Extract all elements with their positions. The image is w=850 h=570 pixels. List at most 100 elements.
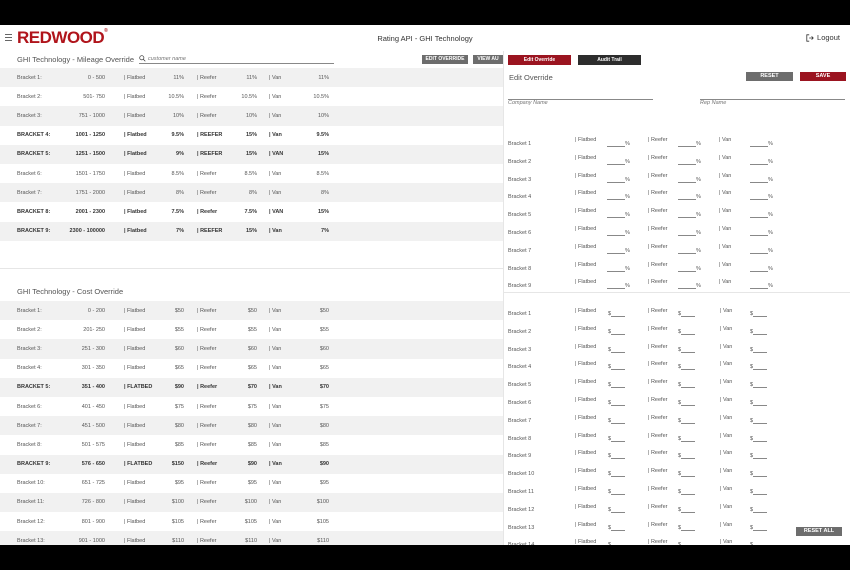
reefer-cost-input[interactable]: $: [678, 347, 696, 353]
input-underline[interactable]: [611, 453, 626, 460]
van-cost-input[interactable]: $: [750, 364, 768, 371]
reset-button[interactable]: RESET: [746, 72, 793, 81]
reefer-percent-input[interactable]: %: [678, 194, 701, 201]
van-cost-input[interactable]: $: [750, 382, 768, 389]
input-underline[interactable]: [681, 418, 696, 424]
van-cost-input[interactable]: $: [750, 471, 768, 478]
reefer-cost-input[interactable]: $: [678, 364, 696, 371]
input-underline[interactable]: [678, 266, 696, 272]
table-row[interactable]: Bracket 8: 501 - 575 | Flatbed $85 | Reefer $…: [0, 435, 503, 454]
input-underline[interactable]: [611, 329, 626, 335]
input-underline[interactable]: [611, 507, 626, 513]
input-underline[interactable]: [611, 400, 626, 406]
van-cost-input[interactable]: $: [750, 400, 768, 406]
input-underline[interactable]: [753, 418, 768, 424]
van-cost-input[interactable]: $: [750, 347, 768, 353]
input-underline[interactable]: [753, 347, 768, 353]
van-cost-input[interactable]: $: [750, 542, 767, 545]
input-underline[interactable]: [753, 507, 768, 513]
reefer-percent-input[interactable]: %: [678, 212, 701, 219]
flatbed-cost-input[interactable]: $: [608, 525, 626, 531]
input-underline[interactable]: [607, 230, 625, 236]
input-underline[interactable]: [750, 248, 768, 254]
reefer-cost-input[interactable]: $: [678, 542, 695, 545]
input-underline[interactable]: [753, 400, 768, 406]
flatbed-percent-input[interactable]: %: [607, 266, 630, 272]
input-underline[interactable]: [607, 159, 625, 165]
reefer-percent-input[interactable]: %: [678, 141, 701, 147]
input-underline[interactable]: [607, 141, 625, 147]
table-row[interactable]: Bracket 2: 501- 750 | Flatbed 10.5% | Reefer…: [0, 87, 503, 106]
company-name-input[interactable]: [508, 100, 653, 106]
flatbed-percent-input[interactable]: %: [607, 194, 630, 201]
van-percent-input[interactable]: %: [750, 177, 773, 183]
van-cost-input[interactable]: $: [750, 489, 768, 495]
input-underline[interactable]: [681, 382, 696, 389]
input-underline[interactable]: [611, 542, 625, 545]
input-underline[interactable]: [681, 364, 696, 371]
rep-name-field[interactable]: [700, 91, 845, 106]
input-underline[interactable]: [678, 283, 696, 290]
flatbed-cost-input[interactable]: $: [608, 364, 626, 371]
input-underline[interactable]: [611, 436, 626, 442]
input-underline[interactable]: [678, 141, 696, 147]
customer-search-input[interactable]: [148, 55, 318, 62]
customer-search[interactable]: [139, 54, 334, 64]
van-cost-input[interactable]: $: [750, 507, 768, 513]
input-underline[interactable]: [750, 266, 768, 272]
input-underline[interactable]: [607, 266, 625, 272]
flatbed-percent-input[interactable]: %: [607, 212, 630, 219]
edit-override-tab[interactable]: Edit Override: [508, 55, 571, 65]
input-underline[interactable]: [611, 347, 626, 353]
rep-name-input[interactable]: [700, 100, 845, 106]
input-underline[interactable]: [611, 311, 626, 317]
flatbed-cost-input[interactable]: $: [608, 436, 626, 442]
input-underline[interactable]: [750, 177, 768, 183]
flatbed-cost-input[interactable]: $: [608, 329, 626, 335]
table-row[interactable]: Bracket 1: 0 - 500 | Flatbed 11% | Reefer 11%…: [0, 68, 503, 88]
input-underline[interactable]: [681, 311, 696, 317]
input-underline[interactable]: [753, 382, 768, 389]
flatbed-cost-input[interactable]: $: [608, 507, 626, 513]
flatbed-cost-input[interactable]: $: [608, 347, 626, 353]
input-underline[interactable]: [681, 436, 696, 442]
input-underline[interactable]: [681, 400, 696, 406]
reefer-cost-input[interactable]: $: [678, 418, 696, 424]
table-row[interactable]: Bracket 2: 201- 250 | Flatbed $55 | Reefer $5…: [0, 320, 503, 339]
van-cost-input[interactable]: $: [750, 436, 768, 442]
reefer-percent-input[interactable]: %: [678, 159, 701, 165]
input-underline[interactable]: [681, 453, 696, 460]
input-underline[interactable]: [678, 194, 696, 201]
input-underline[interactable]: [611, 418, 626, 424]
flatbed-cost-input[interactable]: $: [608, 471, 626, 478]
flatbed-percent-input[interactable]: %: [607, 177, 630, 183]
reefer-percent-input[interactable]: %: [678, 248, 701, 254]
reefer-cost-input[interactable]: $: [678, 400, 696, 406]
table-row[interactable]: BRACKET 8: 2001 - 2300 | Flatbed 7.5% | Reef…: [0, 202, 503, 221]
van-cost-input[interactable]: $: [750, 311, 768, 317]
input-underline[interactable]: [750, 283, 768, 290]
input-underline[interactable]: [753, 542, 767, 545]
input-underline[interactable]: [611, 382, 626, 389]
edit-override-button[interactable]: EDIT OVERRIDE: [422, 55, 468, 64]
van-percent-input[interactable]: %: [750, 194, 773, 201]
table-row[interactable]: Bracket 7: 1751 - 2000 | Flatbed 8% | Reefer…: [0, 183, 503, 203]
table-row[interactable]: Bracket 11: 726 - 800 | Flatbed $100 | Reefe…: [0, 492, 503, 513]
table-row[interactable]: BRACKET 4: 1001 - 1250 | Flatbed 9.5% | REEF…: [0, 126, 503, 145]
van-percent-input[interactable]: %: [750, 141, 773, 147]
save-button[interactable]: SAVE: [800, 72, 846, 81]
table-row[interactable]: Bracket 7: 451 - 500 | Flatbed $80 | Reefer $…: [0, 416, 503, 436]
input-underline[interactable]: [607, 194, 625, 201]
reset-all-button[interactable]: RESET ALL: [796, 527, 842, 536]
input-underline[interactable]: [753, 525, 768, 531]
input-underline[interactable]: [753, 311, 768, 317]
input-underline[interactable]: [753, 364, 768, 371]
input-underline[interactable]: [678, 212, 696, 219]
flatbed-cost-input[interactable]: $: [608, 400, 626, 406]
input-underline[interactable]: [753, 471, 768, 478]
input-underline[interactable]: [678, 230, 696, 236]
van-percent-input[interactable]: %: [750, 266, 773, 272]
input-underline[interactable]: [607, 283, 625, 290]
input-underline[interactable]: [678, 177, 696, 183]
table-row[interactable]: Bracket 1: 0 - 200 | Flatbed $50 | Reefer $50…: [0, 301, 503, 321]
